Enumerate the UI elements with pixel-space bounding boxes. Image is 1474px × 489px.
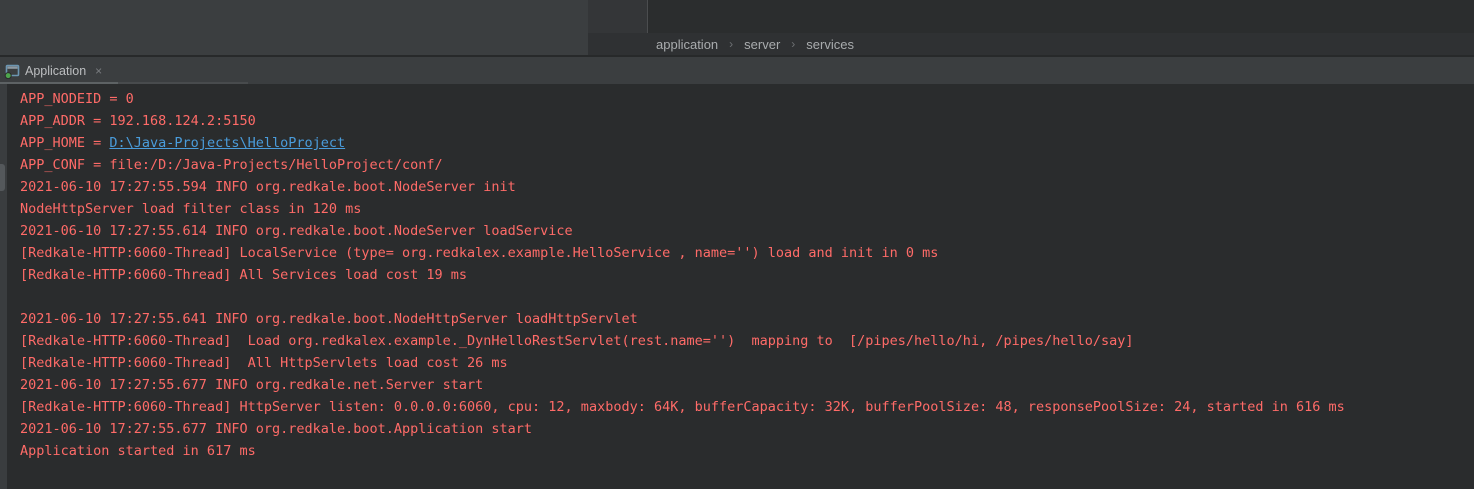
chevron-right-icon: ›	[729, 37, 733, 51]
chevron-right-icon: ›	[791, 37, 795, 51]
log-line: APP_ADDR = 192.168.124.2:5150	[20, 110, 1474, 132]
ide-window: application › server › services Applicat…	[0, 0, 1474, 489]
log-line: [Redkale-HTTP:6060-Thread] Load org.redk…	[20, 330, 1474, 352]
log-line: Application started in 617 ms	[20, 440, 1474, 462]
log-line: APP_CONF = file:/D:/Java-Projects/HelloP…	[20, 154, 1474, 176]
editor-gutter	[588, 0, 648, 33]
breadcrumb: application › server › services	[588, 33, 1474, 55]
log-line: APP_NODEID = 0	[20, 88, 1474, 110]
app-home-link[interactable]: D:\Java-Projects\HelloProject	[109, 135, 345, 151]
log-line: [Redkale-HTTP:6060-Thread] LocalService …	[20, 242, 1474, 264]
log-line: 2021-06-10 17:27:55.614 INFO org.redkale…	[20, 220, 1474, 242]
close-icon[interactable]: ×	[95, 64, 102, 78]
log-line: 2021-06-10 17:27:55.677 INFO org.redkale…	[20, 418, 1474, 440]
tool-window-stripe	[0, 84, 7, 489]
breadcrumb-item-server[interactable]: server	[744, 37, 780, 52]
log-line: NodeHttpServer load filter class in 120 …	[20, 198, 1474, 220]
breadcrumb-item-services[interactable]: services	[806, 37, 854, 52]
run-toolwindow-tab-bar: Application ×	[0, 55, 1474, 84]
log-line: 2021-06-10 17:27:55.594 INFO org.redkale…	[20, 176, 1474, 198]
console-log: APP_NODEID = 0 APP_ADDR = 192.168.124.2:…	[20, 88, 1474, 462]
log-line: [Redkale-HTTP:6060-Thread] All HttpServl…	[20, 352, 1474, 374]
tab-application[interactable]: Application ×	[0, 57, 111, 84]
log-line-blank	[20, 286, 1474, 308]
log-line: [Redkale-HTTP:6060-Thread] All Services …	[20, 264, 1474, 286]
editor-area	[649, 0, 1474, 33]
editor-left-panel	[0, 0, 588, 55]
log-line: [Redkale-HTTP:6060-Thread] HttpServer li…	[20, 396, 1474, 418]
log-line: 2021-06-10 17:27:55.641 INFO org.redkale…	[20, 308, 1474, 330]
breadcrumb-item-application[interactable]: application	[656, 37, 718, 52]
run-console-icon	[4, 63, 20, 79]
log-line-prefix: APP_HOME =	[20, 135, 109, 151]
log-line: APP_HOME = D:\Java-Projects\HelloProject	[20, 132, 1474, 154]
run-console: APP_NODEID = 0 APP_ADDR = 192.168.124.2:…	[0, 84, 1474, 489]
log-line: 2021-06-10 17:27:55.677 INFO org.redkale…	[20, 374, 1474, 396]
tab-application-label: Application	[25, 64, 86, 78]
stripe-handle[interactable]	[0, 164, 5, 191]
